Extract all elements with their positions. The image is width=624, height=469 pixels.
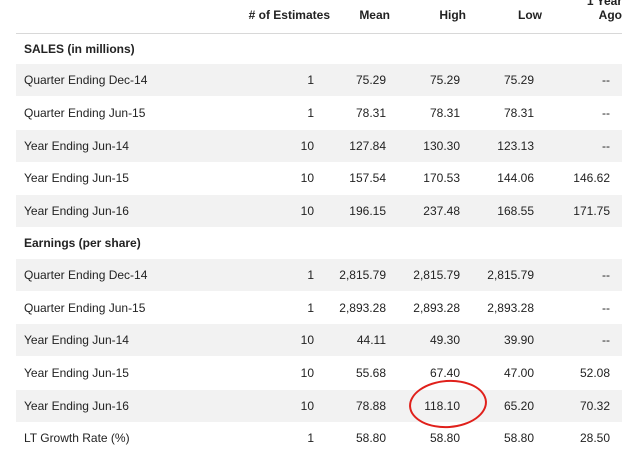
cell-estimates: 1 [307, 301, 314, 315]
row-label: Year Ending Jun-16 [24, 399, 129, 413]
cell-mean: 44.11 [356, 333, 386, 347]
cell-low: 39.90 [503, 333, 534, 347]
cell-low: 58.80 [503, 431, 534, 445]
header-year-ago-line2: Ago [598, 8, 622, 22]
header-mean: Mean [359, 8, 390, 22]
cell-estimates: 1 [307, 431, 314, 445]
table-row: Year Ending Jun-14 10 127.84 130.30 123.… [16, 130, 622, 162]
cell-high: 75.29 [429, 73, 460, 87]
table-header: # of Estimates Mean High Low 1 Year Ago [16, 0, 622, 33]
cell-mean: 78.31 [355, 106, 386, 120]
row-label: Year Ending Jun-15 [24, 366, 129, 380]
cell-low: 65.20 [503, 399, 534, 413]
table-row: Quarter Ending Dec-14 1 75.29 75.29 75.2… [16, 64, 622, 96]
cell-mean: 55.68 [355, 366, 386, 380]
cell-low: 144.06 [497, 171, 534, 185]
cell-mean: 58.80 [355, 431, 386, 445]
cell-year-ago: 52.08 [579, 366, 610, 380]
cell-high: 49.30 [429, 333, 460, 347]
section-title: Earnings (per share) [24, 236, 141, 250]
row-label: Year Ending Jun-14 [24, 333, 129, 347]
cell-low: 47.00 [503, 366, 534, 380]
cell-estimates: 10 [300, 366, 314, 380]
cell-estimates: 1 [307, 268, 314, 282]
table-row: Year Ending Jun-15 10 55.68 67.40 47.00 … [16, 357, 622, 389]
cell-low: 78.31 [503, 106, 534, 120]
table-row: Year Ending Jun-15 10 157.54 170.53 144.… [16, 162, 622, 194]
row-label: Quarter Ending Dec-14 [24, 73, 148, 87]
cell-estimates: 1 [307, 106, 314, 120]
cell-estimates: 10 [300, 171, 314, 185]
cell-estimates: 10 [300, 399, 314, 413]
cell-mean: 196.15 [349, 204, 386, 218]
cell-mean: 78.88 [355, 399, 386, 413]
row-label: Year Ending Jun-14 [24, 139, 129, 153]
row-label: Year Ending Jun-16 [24, 204, 129, 218]
estimates-table: # of Estimates Mean High Low 1 Year Ago … [0, 0, 624, 469]
row-label: Quarter Ending Dec-14 [24, 268, 148, 282]
cell-year-ago: 146.62 [573, 171, 610, 185]
cell-estimates: 10 [300, 204, 314, 218]
cell-mean: 157.54 [349, 171, 386, 185]
table-row: Quarter Ending Dec-14 1 2,815.79 2,815.7… [16, 259, 622, 291]
table-row: LT Growth Rate (%) 1 58.80 58.80 58.80 2… [16, 422, 622, 454]
section-sales: SALES (in millions) [16, 34, 622, 64]
cell-mean: 75.29 [355, 73, 386, 87]
cell-year-ago: -- [602, 268, 610, 282]
cell-low: 123.13 [497, 139, 534, 153]
cell-high: 78.31 [429, 106, 460, 120]
table-row: Quarter Ending Jun-15 1 2,893.28 2,893.2… [16, 292, 622, 324]
table-row: Quarter Ending Jun-15 1 78.31 78.31 78.3… [16, 97, 622, 129]
cell-year-ago: 28.50 [579, 431, 610, 445]
row-label: LT Growth Rate (%) [24, 431, 130, 445]
row-label: Quarter Ending Jun-15 [24, 301, 146, 315]
header-estimates: # of Estimates [248, 8, 330, 22]
header-low: Low [518, 8, 542, 22]
cell-mean: 2,815.79 [339, 268, 386, 282]
cell-high: 130.30 [423, 139, 460, 153]
table-row: Year Ending Jun-16 10 78.88 118.10 65.20… [16, 390, 622, 422]
cell-low: 2,815.79 [487, 268, 534, 282]
cell-low: 168.55 [497, 204, 534, 218]
header-high: High [439, 8, 466, 22]
cell-year-ago: -- [602, 73, 610, 87]
cell-year-ago: -- [602, 333, 610, 347]
cell-high: 237.48 [423, 204, 460, 218]
header-year-ago-line1: 1 Year [586, 0, 622, 8]
cell-year-ago: 70.32 [579, 399, 610, 413]
cell-low: 75.29 [503, 73, 534, 87]
cell-estimates: 10 [300, 139, 314, 153]
cell-high: 2,815.79 [413, 268, 460, 282]
cell-mean: 2,893.28 [339, 301, 386, 315]
table-row: Year Ending Jun-14 10 44.11 49.30 39.90 … [16, 324, 622, 356]
cell-year-ago: 171.75 [573, 204, 610, 218]
row-label: Quarter Ending Jun-15 [24, 106, 146, 120]
cell-year-ago: -- [602, 301, 610, 315]
section-title: SALES (in millions) [24, 42, 135, 56]
cell-year-ago: -- [602, 106, 610, 120]
row-label: Year Ending Jun-15 [24, 171, 129, 185]
cell-year-ago: -- [602, 139, 610, 153]
section-earnings: Earnings (per share) [16, 228, 622, 258]
cell-low: 2,893.28 [487, 301, 534, 315]
header-year-ago: 1 Year Ago [562, 0, 622, 22]
cell-estimates: 10 [300, 333, 314, 347]
cell-high: 170.53 [423, 171, 460, 185]
cell-estimates: 1 [307, 73, 314, 87]
cell-mean: 127.84 [349, 139, 386, 153]
cell-high: 2,893.28 [413, 301, 460, 315]
table-row: Year Ending Jun-16 10 196.15 237.48 168.… [16, 195, 622, 227]
